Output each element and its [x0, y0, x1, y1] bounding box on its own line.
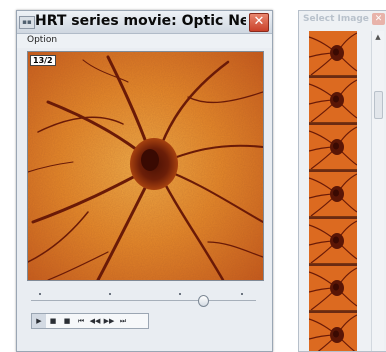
fundus-thumbnail-icon — [309, 125, 357, 169]
last-button[interactable]: ⏭ — [116, 314, 130, 328]
forward-button[interactable]: ▶▶ — [102, 314, 116, 328]
select-image-close-button[interactable]: ✕ — [372, 13, 385, 25]
play-button[interactable]: ▶ — [32, 314, 46, 328]
playback-controls: ▶ ■ ■ ⏮ ◀◀ ▶▶ ⏭ — [31, 313, 149, 329]
frame-slider[interactable] — [31, 293, 256, 307]
fundus-thumbnail-icon — [309, 172, 357, 216]
slider-tick — [39, 293, 41, 295]
pause-icon: ■ — [49, 317, 57, 325]
thumbnail-item[interactable] — [309, 266, 357, 311]
last-icon: ⏭ — [119, 316, 127, 325]
slider-tick — [109, 293, 111, 295]
scroll-thumb[interactable] — [374, 91, 383, 119]
first-icon: ⏮ — [77, 316, 85, 325]
thumbnail-item[interactable] — [309, 219, 357, 264]
first-button[interactable]: ⏮ — [74, 314, 88, 328]
stop-button[interactable]: ■ — [60, 314, 74, 328]
fundus-thumbnail-icon — [309, 313, 357, 351]
app-icon: ▪▪ — [19, 16, 35, 29]
thumbnail-list — [309, 31, 357, 351]
slider-tick — [179, 293, 181, 295]
thumbnail-item[interactable] — [309, 313, 357, 351]
optic-nerve-image — [28, 52, 263, 280]
fundus-image-panel[interactable]: 13/2 — [27, 51, 264, 281]
menu-bar: Option — [17, 34, 272, 48]
thumbnail-item[interactable] — [309, 172, 357, 217]
frame-counter: 13/2 — [30, 55, 56, 66]
fundus-thumbnail-icon — [309, 266, 357, 310]
stop-icon: ■ — [63, 317, 71, 325]
rewind-icon: ◀◀ — [89, 317, 101, 325]
thumbnail-scrollbar[interactable]: ▲ — [371, 31, 384, 351]
play-icon: ▶ — [36, 317, 42, 325]
close-button[interactable]: ✕ — [249, 13, 269, 32]
slider-thumb[interactable] — [198, 295, 209, 307]
slider-track — [31, 300, 256, 301]
thumbnail-item[interactable] — [309, 125, 357, 170]
fundus-thumbnail-icon — [309, 78, 357, 122]
scroll-up-arrow-icon[interactable]: ▲ — [372, 31, 384, 43]
forward-icon: ▶▶ — [103, 317, 115, 325]
fundus-thumbnail-icon — [309, 219, 357, 263]
title-bar[interactable]: ▪▪ HRT series movie: Optic Nerve... ✕ — [17, 11, 272, 34]
select-image-title: Select Image — [303, 14, 369, 24]
thumbnail-item[interactable] — [309, 31, 357, 76]
window-title: HRT series movie: Optic Nerve... — [35, 13, 246, 29]
slider-tick — [241, 293, 243, 295]
thumbnail-item[interactable] — [309, 78, 357, 123]
rewind-button[interactable]: ◀◀ — [88, 314, 102, 328]
select-image-window: Select Image ✕ ▲ — [298, 10, 386, 352]
pause-button[interactable]: ■ — [46, 314, 60, 328]
hrt-movie-window: ▪▪ HRT series movie: Optic Nerve... ✕ Op… — [16, 10, 273, 352]
menu-option[interactable]: Option — [27, 35, 57, 45]
fundus-thumbnail-icon — [309, 31, 357, 75]
